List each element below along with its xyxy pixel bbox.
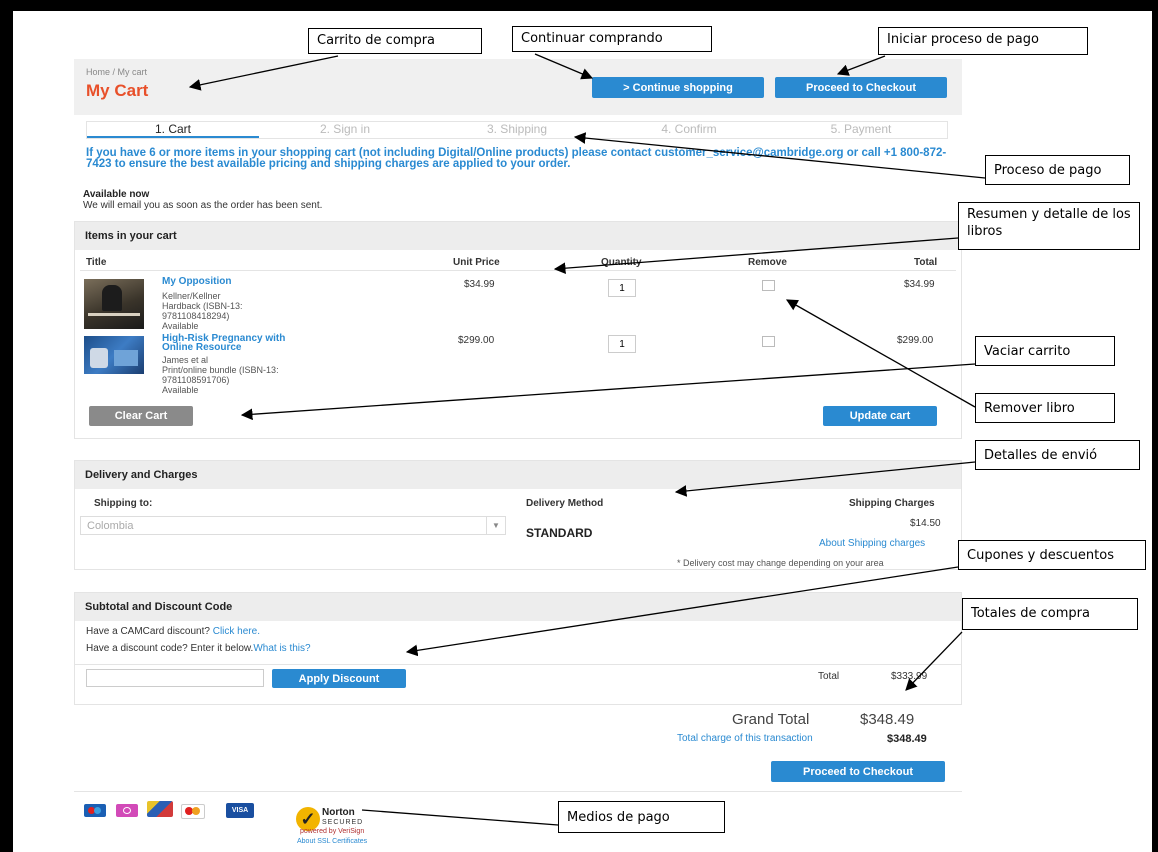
callout-medios: Medios de pago [558,801,725,833]
arrow-envio [674,461,976,497]
callout-continuar: Continuar comprando [512,26,712,52]
callout-iniciar: Iniciar proceso de pago [878,27,1088,55]
arrow-remover [785,299,976,408]
annotation-arrows [188,53,986,826]
callout-proceso: Proceso de pago [985,155,1130,185]
callout-remover: Remover libro [975,393,1115,423]
arrow-carrito [188,55,339,91]
arrow-iniciar [836,55,886,76]
arrow-continuar [534,53,594,80]
arrow-resumen [553,237,959,275]
callout-cupones: Cupones y descuentos [958,540,1146,570]
callout-resumen: Resumen y detalle de los libros [958,202,1140,250]
callout-carrito: Carrito de compra [308,28,482,54]
arrow-cupones [405,566,959,657]
arrow-medios [361,809,559,826]
arrow-proceso [573,132,986,179]
callout-vaciar: Vaciar carrito [975,336,1115,366]
callout-envio: Detalles de envió [975,440,1140,470]
callout-totales: Totales de compra [962,598,1138,630]
arrow-vaciar [240,363,976,421]
arrow-totales [905,631,963,691]
